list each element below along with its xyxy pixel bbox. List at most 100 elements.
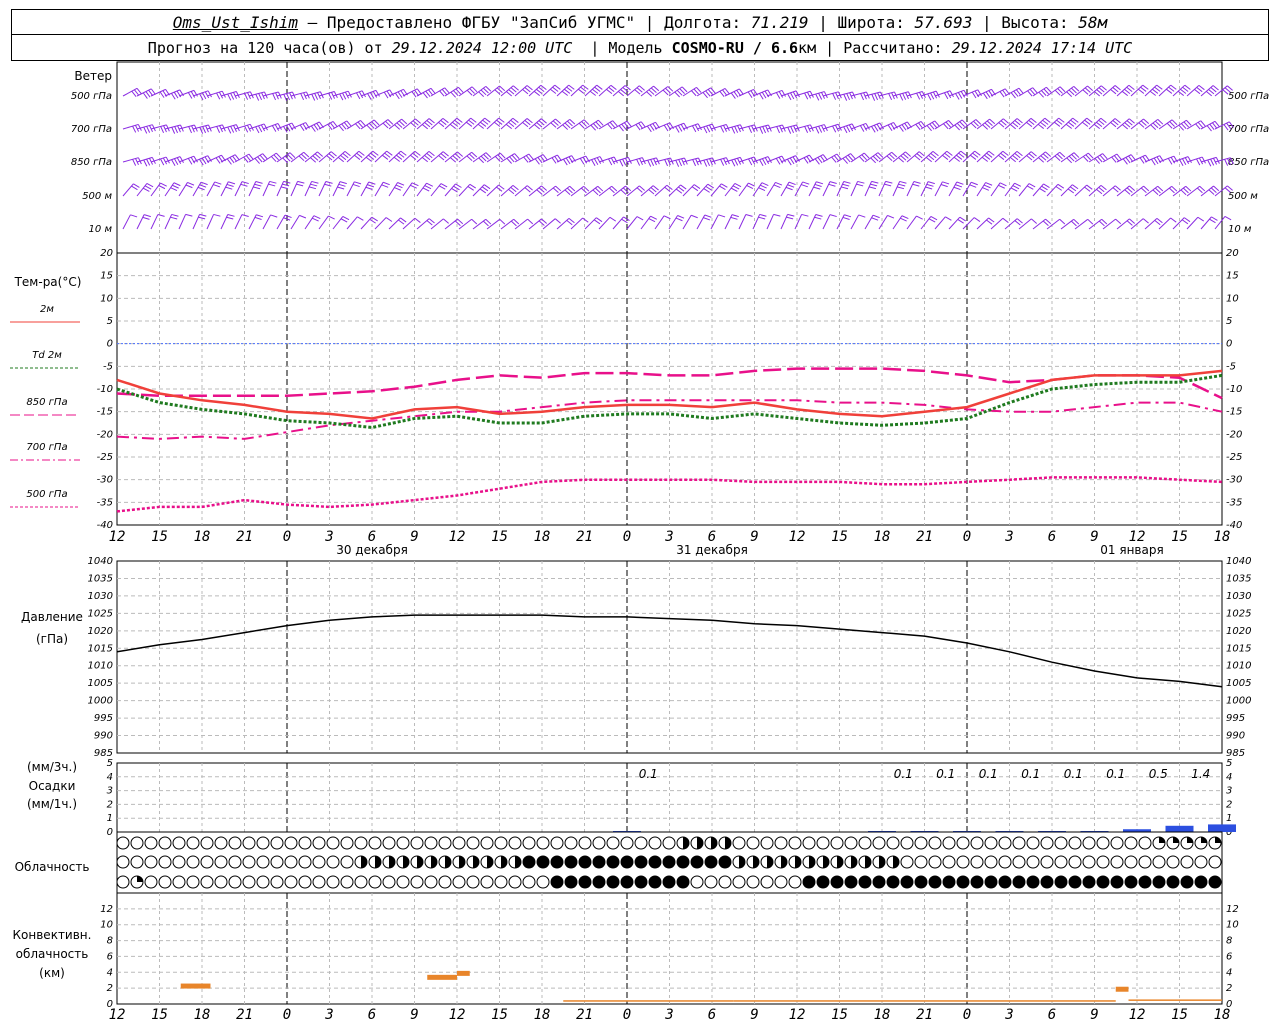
wind-barb [626, 216, 644, 230]
cloud-symbol [914, 836, 928, 850]
wind-barb-flag [255, 181, 263, 184]
wind-barb-flag [1152, 122, 1159, 129]
wind-barb-flag [360, 120, 366, 126]
wind-barb-flag [913, 181, 921, 184]
wind-barb-flag [790, 92, 795, 100]
wind-barb-flag [1096, 121, 1103, 128]
hour-label-bottom: 3 [324, 1007, 333, 1023]
wind-barb-flag [1207, 159, 1212, 167]
wind-barb [990, 182, 1007, 197]
wind-barb [584, 84, 603, 97]
wind-barb-shaft [570, 217, 584, 230]
wind-barb-flag [510, 186, 517, 193]
wind-barb-flag [1042, 119, 1049, 125]
wind-barb-shaft [262, 181, 271, 197]
wind-barb-flag [636, 87, 643, 93]
wind-barb-flag [1067, 188, 1075, 194]
cloud-symbol [984, 855, 998, 869]
wind-barb-flag [361, 90, 366, 98]
cloud-symbol [172, 836, 186, 850]
wind-barb [1116, 154, 1136, 165]
wind-barb-shaft [1060, 85, 1075, 97]
cloud-circle [144, 836, 158, 850]
cloud-circle [550, 836, 564, 850]
wind-barb-flag [1166, 88, 1173, 94]
wind-barb-flag [861, 154, 867, 161]
wind-barb-flag [561, 90, 568, 96]
wind-barb-shaft [486, 152, 501, 163]
cloud-circle [284, 836, 298, 850]
wind-barb-flag [1211, 122, 1218, 129]
wind-barb-flag [1068, 155, 1075, 162]
wind-barb-flag [1128, 155, 1134, 162]
wind-level-label-right: 500 м [1228, 191, 1258, 202]
wind-barb-flag [525, 155, 532, 162]
cloud-symbol [158, 875, 172, 889]
cloud-circle [998, 875, 1012, 889]
cloud-symbol [186, 875, 200, 889]
cloud-symbol [816, 855, 830, 869]
temperature-legend-label: Td 2м [32, 350, 62, 361]
wind-barb-flag [568, 84, 575, 90]
wind-barb-flag [1152, 189, 1159, 196]
cloud-fill [487, 856, 493, 868]
wind-barb-shaft [458, 183, 471, 197]
wind-barb-shaft [430, 151, 444, 163]
cloud-symbol [536, 855, 550, 869]
wind-barb [150, 214, 165, 230]
wind-barb-flag [248, 153, 254, 160]
wind-barb-flag [258, 93, 263, 101]
wind-barb-flag [955, 93, 960, 100]
pressure-tick-left: 1005 [88, 678, 113, 689]
wind-barb-flag [260, 124, 266, 132]
wind-barb [542, 84, 561, 97]
wind-barb-flag [887, 214, 895, 219]
hour-label-bottom: 15 [151, 1007, 168, 1023]
wind-barb-flag [506, 157, 512, 164]
wind-barb-flag [410, 154, 417, 160]
wind-barb-shaft [738, 214, 747, 230]
wind-barb-shaft [500, 184, 514, 197]
wind-barb-flag [842, 216, 850, 220]
cloud-symbol [270, 836, 284, 850]
wind-barb [1200, 216, 1218, 230]
wind-barb-shaft [682, 184, 695, 197]
cloud-circle [480, 875, 494, 889]
cloud-symbol [340, 836, 354, 850]
wind-barb-flag [1098, 119, 1105, 126]
cloud-symbol [1026, 875, 1040, 889]
cloud-circle [480, 836, 494, 850]
wind-barb-shaft [808, 181, 817, 197]
wind-barb-flag [681, 86, 688, 93]
wind-barb-shaft [430, 218, 444, 230]
cloud-circle [410, 836, 424, 850]
wind-barb-flag [702, 92, 708, 99]
wind-barb [752, 89, 772, 100]
wind-barb-flag [1149, 90, 1156, 96]
cloud-circle [228, 836, 242, 850]
cloud-symbol [676, 855, 690, 869]
wind-barb [318, 151, 337, 163]
precipitation-tick-left: 5 [107, 758, 113, 769]
wind-barb [416, 182, 434, 197]
wind-barb [1172, 217, 1191, 230]
wind-barb-flag [471, 151, 478, 158]
cloud-symbol [690, 875, 704, 889]
pressure-tick-left: 1035 [88, 573, 113, 584]
wind-barb-shaft [220, 214, 229, 230]
wind-barb-flag [653, 85, 660, 92]
cloud-symbol [718, 836, 732, 850]
wind-barb-flag [280, 186, 288, 190]
cloud-symbol [1152, 855, 1166, 869]
wind-barb-flag [426, 152, 433, 159]
wind-barb-flag [477, 123, 484, 129]
cloud-fill [809, 856, 815, 868]
wind-barb [248, 91, 268, 101]
cloud-symbol [732, 875, 746, 889]
wind-barb-flag [1177, 90, 1185, 96]
wind-barb-flag [300, 93, 305, 101]
cloud-circle [774, 875, 788, 889]
wind-barb-flag [650, 159, 655, 166]
wind-barb-shaft [878, 215, 888, 230]
wind-barb-flag [1113, 155, 1120, 162]
